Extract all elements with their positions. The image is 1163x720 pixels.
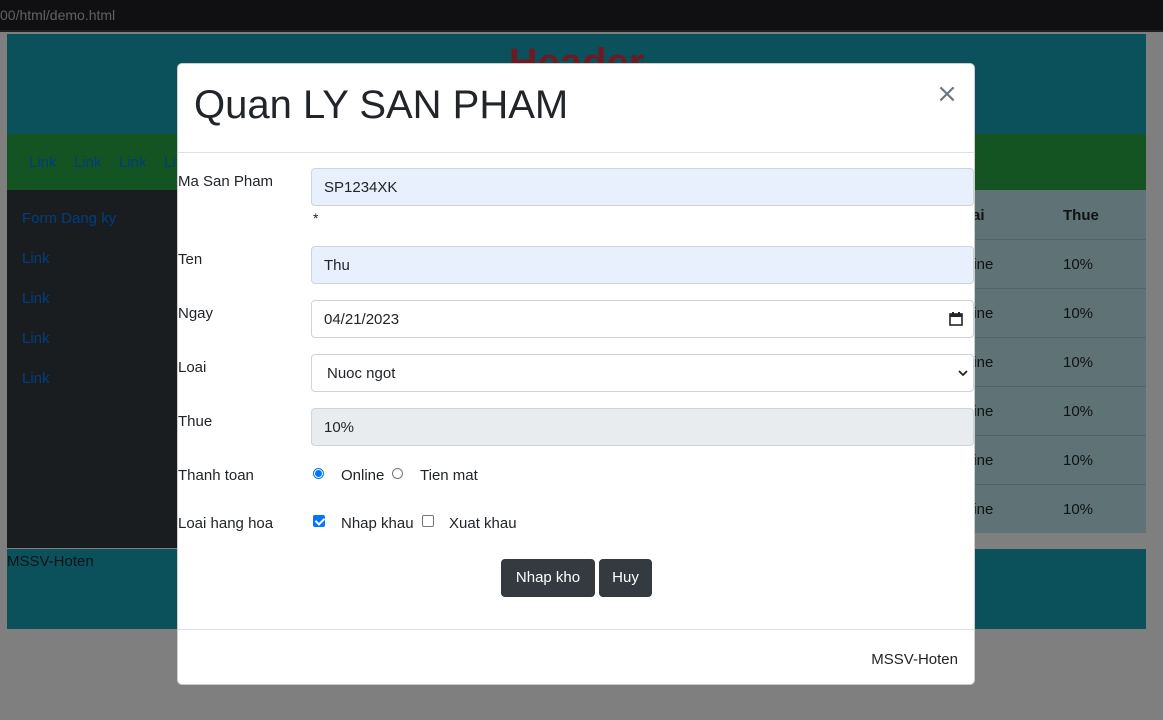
chevron-down-icon — [958, 370, 968, 377]
close-icon[interactable]: × — [935, 80, 959, 108]
xuat-khau-checkbox-label[interactable]: Xuat khau — [449, 515, 517, 532]
calendar-icon[interactable] — [949, 312, 963, 326]
thue-value: 10% — [324, 419, 355, 436]
nhap-khau-checkbox[interactable] — [313, 515, 325, 527]
huy-button[interactable]: Huy — [599, 559, 652, 597]
modal-footer-text: MSSV-Hoten — [871, 651, 958, 668]
modal-footer: MSSV-Hoten — [178, 629, 974, 685]
xuat-khau-checkbox[interactable] — [422, 515, 434, 527]
required-marker: * — [313, 210, 319, 226]
ngay-label: Ngay — [178, 305, 214, 322]
modal-title: Quan LY SAN PHAM — [194, 83, 569, 127]
ma-san-pham-label: Ma San Pham — [178, 173, 274, 190]
tien-mat-radio[interactable] — [392, 468, 403, 479]
modal-header: Quan LY SAN PHAM × — [178, 64, 974, 153]
ten-value: Thu — [324, 257, 350, 274]
online-radio[interactable] — [313, 468, 324, 479]
online-radio-label[interactable]: Online — [341, 467, 384, 484]
ma-san-pham-input[interactable]: SP1234XK — [311, 168, 974, 206]
ngay-date-input[interactable]: 04/21/2023 — [311, 300, 974, 338]
ten-label: Ten — [178, 251, 203, 268]
nhap-kho-button[interactable]: Nhap kho — [501, 559, 595, 597]
ten-input[interactable]: Thu — [311, 246, 974, 284]
thue-input: 10% — [311, 408, 974, 446]
thanh-toan-label: Thanh toan — [178, 467, 254, 484]
ngay-value: 04/21/2023 — [324, 311, 400, 328]
product-modal: Quan LY SAN PHAM × Ma San Pham SP1234XK … — [177, 63, 975, 685]
loai-select[interactable]: Nuoc ngot — [311, 354, 974, 392]
tien-mat-radio-label[interactable]: Tien mat — [420, 467, 478, 484]
loai-label: Loai — [178, 359, 207, 376]
ma-san-pham-value: SP1234XK — [324, 179, 398, 196]
loai-selected-value: Nuoc ngot — [327, 365, 396, 382]
thue-label: Thue — [178, 413, 213, 430]
nhap-khau-checkbox-label[interactable]: Nhap khau — [341, 515, 414, 532]
loai-hang-hoa-label: Loai hang hoa — [178, 515, 274, 532]
